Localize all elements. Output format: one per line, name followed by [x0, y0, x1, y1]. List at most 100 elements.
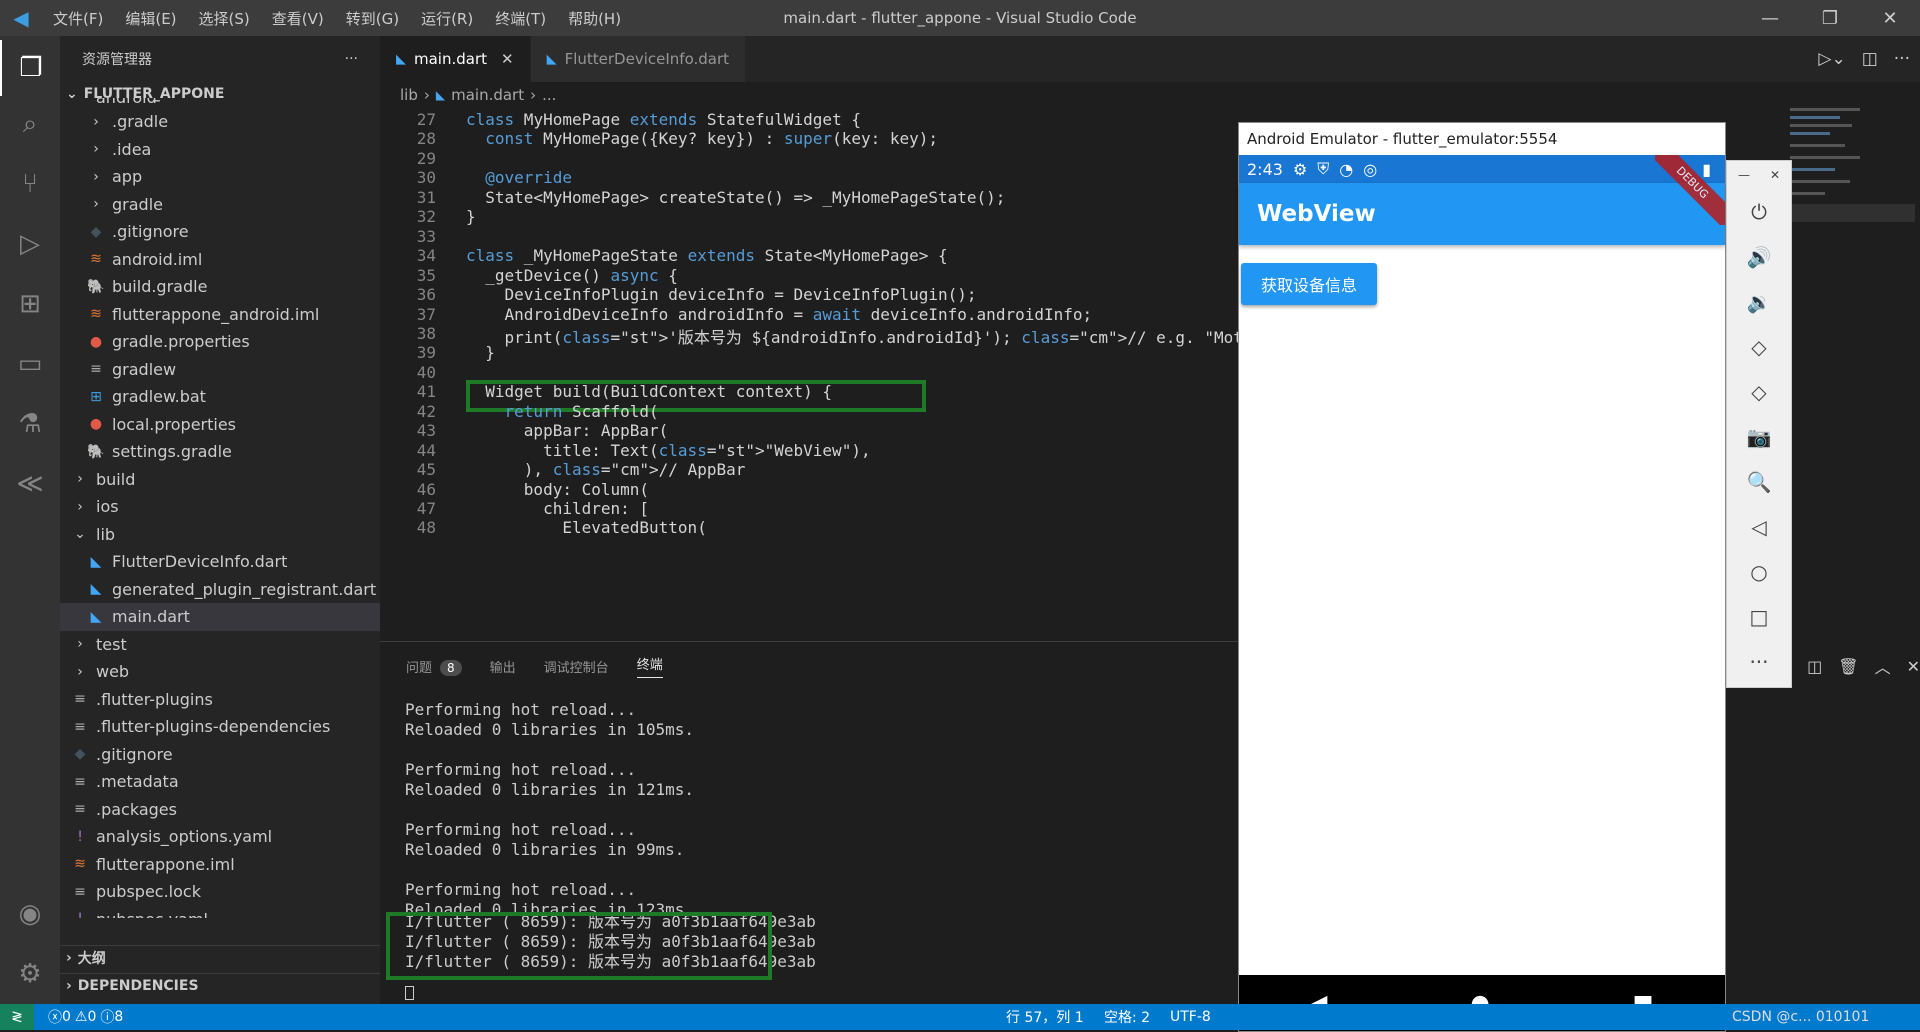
tree-item[interactable]: 🐘 build.gradle — [60, 273, 380, 301]
trash-icon[interactable]: 🗑 — [1838, 657, 1858, 676]
run-icon[interactable]: ▷⌄ — [1818, 49, 1845, 69]
line-number: 31 — [416, 187, 436, 207]
back-icon[interactable]: ◁ — [1751, 504, 1766, 549]
close-window-button[interactable]: ✕ — [1860, 0, 1920, 36]
outline-section[interactable]: › 大纲 — [60, 945, 380, 969]
tree-item[interactable]: ◣ FlutterDeviceInfo.dart — [60, 548, 380, 576]
explorer-icon[interactable]: ❐ — [0, 40, 60, 96]
remote-icon[interactable]: ≷ — [0, 1004, 34, 1030]
tree-item[interactable]: ≋ android.iml — [60, 246, 380, 274]
settings-gear-icon[interactable]: ⚙ — [0, 946, 60, 1002]
power-icon[interactable]: ⏻ — [1751, 189, 1767, 234]
tree-item[interactable]: ≡ gradlew — [60, 356, 380, 384]
tree-item[interactable]: ⌄ lib — [60, 521, 380, 549]
emulator-minimize-button[interactable]: — — [1738, 153, 1750, 198]
code-line: ), class="cm">// AppBar — [466, 460, 746, 480]
dependencies-section[interactable]: › DEPENDENCIES — [60, 973, 380, 997]
tree-item[interactable]: ● local.properties — [60, 411, 380, 439]
tree-item[interactable]: ◆ .gitignore — [60, 218, 380, 246]
tab-debug-console[interactable]: 调试控制台 — [544, 657, 609, 676]
tree-item[interactable]: › .gradle — [60, 108, 380, 136]
tab-flutter-device-info[interactable]: ◣ FlutterDeviceInfo.dart — [530, 36, 747, 82]
indentation[interactable]: 空格: 2 — [1104, 1007, 1150, 1027]
code-line: title: Text(class="st">"WebView"), — [466, 440, 871, 460]
encoding[interactable]: UTF-8 — [1170, 1009, 1211, 1025]
tree-item[interactable]: ≡ .flutter-plugins — [60, 686, 380, 714]
volume-down-icon[interactable]: 🔉 — [1747, 279, 1772, 324]
search-icon[interactable]: ⌕ — [0, 96, 60, 152]
split-terminal-icon[interactable]: ◫ — [1807, 657, 1822, 676]
tree-item[interactable]: ≡ .metadata — [60, 768, 380, 796]
info-icon[interactable]: ⓘ — [100, 1007, 114, 1027]
tree-item[interactable]: ⊞ gradlew.bat — [60, 383, 380, 411]
more-actions-button[interactable]: ··· — [345, 51, 358, 67]
tree-item[interactable]: ● gradle.properties — [60, 328, 380, 356]
menu-item[interactable]: 文件(F) — [42, 8, 114, 29]
tree-item[interactable]: ≡ pubspec.lock — [60, 878, 380, 906]
minimize-button[interactable]: — — [1740, 0, 1800, 36]
breadcrumb-folder[interactable]: lib — [400, 86, 418, 104]
tree-item[interactable]: › test — [60, 631, 380, 659]
file-icon: ≡ — [90, 361, 102, 378]
tree-item[interactable]: › ios — [60, 493, 380, 521]
volume-up-icon[interactable]: 🔊 — [1747, 234, 1772, 279]
extensions-icon[interactable]: ⊞ — [0, 276, 60, 332]
error-icon[interactable]: ⓧ — [48, 1007, 62, 1027]
tree-item[interactable]: ≡ .flutter-plugins-dependencies — [60, 713, 380, 741]
menu-item[interactable]: 终端(T) — [484, 8, 557, 29]
restore-button[interactable]: ❐ — [1800, 0, 1860, 36]
home-icon[interactable]: ○ — [1750, 549, 1767, 594]
menu-item[interactable]: 编辑(E) — [114, 8, 187, 29]
tree-item[interactable]: 🐘 settings.gradle — [60, 438, 380, 466]
emulator-close-button[interactable]: ✕ — [1770, 153, 1780, 198]
cursor-position[interactable]: 行 57，列 1 — [1006, 1007, 1084, 1027]
tree-item[interactable]: ! pubspec.yaml — [60, 906, 380, 918]
emulator-screen[interactable]: 2:43 ⚙ ⛨ ◔ ◎ ▮ WebView 获取设备信息 DEBUG ◀ ● … — [1239, 155, 1725, 1031]
close-panel-icon[interactable]: ✕ — [1907, 657, 1920, 676]
breadcrumb: lib › ◣ main.dart › ... — [380, 82, 1240, 108]
tree-item[interactable]: › build — [60, 466, 380, 494]
account-icon[interactable]: ◉ — [0, 886, 60, 942]
menu-item[interactable]: 转到(G) — [335, 8, 410, 29]
menu-item[interactable]: 帮助(H) — [557, 8, 632, 29]
rotate-left-icon[interactable]: ◇ — [1751, 324, 1766, 369]
get-device-info-button[interactable]: 获取设备信息 — [1241, 263, 1377, 305]
rotate-right-icon[interactable]: ◇ — [1751, 369, 1766, 414]
tree-item[interactable]: ◆ .gitignore — [60, 741, 380, 769]
tree-item[interactable]: ≋ flutterappone.iml — [60, 851, 380, 879]
menu-item[interactable]: 查看(V) — [261, 8, 335, 29]
tree-item[interactable]: ≋ flutterappone_android.iml — [60, 301, 380, 329]
run-debug-icon[interactable]: ▷ — [0, 216, 60, 272]
source-control-icon[interactable]: ⑂ — [0, 156, 60, 212]
breadcrumb-file[interactable]: main.dart — [451, 86, 524, 104]
camera-icon[interactable]: 📷 — [1747, 414, 1772, 459]
file-icon: › — [77, 663, 83, 680]
more-icon[interactable]: ··· — [1894, 49, 1910, 69]
tab-problems[interactable]: 问题 8 — [406, 657, 462, 676]
menu-item[interactable]: 选择(S) — [188, 8, 261, 29]
more-icon[interactable]: ··· — [1749, 639, 1768, 684]
tree-item[interactable]: ◣ generated_plugin_registrant.dart — [60, 576, 380, 604]
overview-icon[interactable]: □ — [1750, 594, 1769, 639]
tree-item[interactable]: › gradle — [60, 191, 380, 219]
tab-output[interactable]: 输出 — [490, 657, 516, 676]
tree-item[interactable]: › app — [60, 163, 380, 191]
maximize-panel-icon[interactable]: ︿ — [1875, 654, 1891, 678]
zoom-icon[interactable]: 🔍 — [1747, 459, 1772, 504]
tab-terminal[interactable]: 终端 — [636, 654, 663, 678]
menu-item[interactable]: 运行(R) — [410, 8, 484, 29]
tree-item[interactable]: ! analysis_options.yaml — [60, 823, 380, 851]
tree-item[interactable]: › web — [60, 658, 380, 686]
close-tab-icon[interactable]: ✕ — [501, 50, 514, 68]
warning-icon[interactable]: ⚠ — [75, 1009, 88, 1025]
remote-explorer-icon[interactable]: ▭ — [0, 336, 60, 392]
testing-icon[interactable]: ⚗ — [0, 396, 60, 452]
tab-main-dart[interactable]: ◣ main.dart ✕ — [380, 36, 531, 82]
minimap[interactable] — [1790, 108, 1915, 228]
tree-item[interactable]: ≡ .packages — [60, 796, 380, 824]
flutter-icon[interactable]: ≪ — [0, 456, 60, 512]
tree-item[interactable]: ◣ main.dart — [60, 603, 380, 631]
tree-item[interactable]: › .idea — [60, 136, 380, 164]
split-editor-icon[interactable]: ◫ — [1862, 49, 1878, 69]
code-editor[interactable]: 27 class MyHomePage extends StatefulWidge… — [380, 108, 1240, 641]
